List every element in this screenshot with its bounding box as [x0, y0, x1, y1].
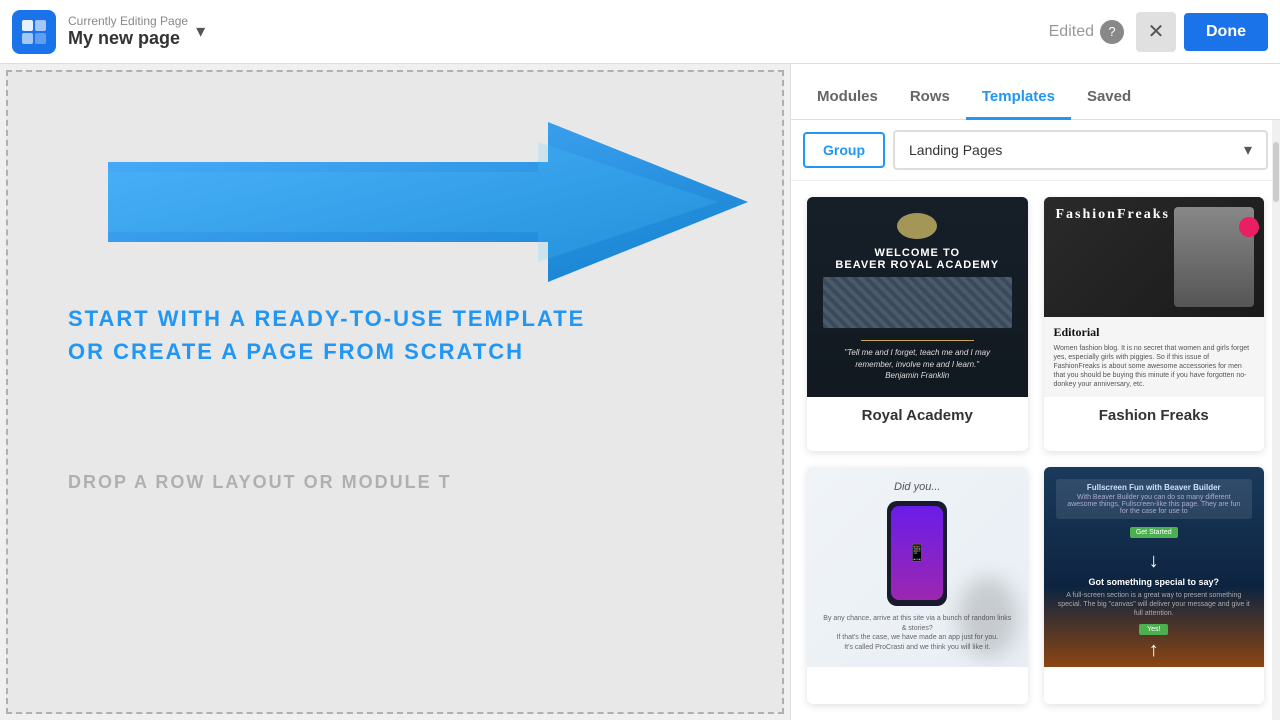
canvas-area: START WITH A READY-TO-USE TEMPLATE OR CR… — [6, 70, 784, 714]
tab-modules[interactable]: Modules — [801, 76, 894, 120]
page-info: Currently Editing Page My new page — [68, 14, 188, 49]
filter-dropdown[interactable]: Landing Pages ▾ — [893, 130, 1268, 170]
dropdown-chevron-icon: ▾ — [1244, 140, 1252, 160]
template-preview-royal: WELCOME TOBEAVER ROYAL ACADEMY "Tell me … — [807, 197, 1028, 397]
template-card-app[interactable]: Did you... 📱 By any chance, arrive at th… — [807, 467, 1028, 704]
template-label-fashion-freaks: Fashion Freaks — [1044, 397, 1265, 434]
template-preview-fullscreen: Fullscreen Fun with Beaver Builder With … — [1044, 467, 1265, 667]
main-area: START WITH A READY-TO-USE TEMPLATE OR CR… — [0, 64, 1280, 720]
header: Currently Editing Page My new page ▾ Edi… — [0, 0, 1280, 64]
template-card-fullscreen[interactable]: Fullscreen Fun with Beaver Builder With … — [1044, 467, 1265, 704]
template-card-fashion-freaks[interactable]: FashionFreaks Editorial Women fashion bl… — [1044, 197, 1265, 451]
tab-saved[interactable]: Saved — [1071, 76, 1147, 120]
app-logo — [12, 10, 56, 54]
filter-group-button[interactable]: Group — [803, 132, 885, 168]
template-preview-app: Did you... 📱 By any chance, arrive at th… — [807, 467, 1028, 667]
tab-rows[interactable]: Rows — [894, 76, 966, 120]
templates-grid: WELCOME TOBEAVER ROYAL ACADEMY "Tell me … — [791, 181, 1280, 720]
template-preview-fashion: FashionFreaks Editorial Women fashion bl… — [1044, 197, 1265, 397]
page-dropdown-button[interactable]: ▾ — [196, 21, 205, 42]
side-panel: Modules Rows Templates Saved Group Landi… — [790, 64, 1280, 720]
help-button[interactable]: ? — [1100, 20, 1124, 44]
arrow-graphic — [108, 102, 728, 302]
done-button[interactable]: Done — [1184, 13, 1268, 51]
filter-row: Group Landing Pages ▾ — [791, 120, 1280, 181]
template-label-app — [807, 667, 1028, 687]
panel-tabs: Modules Rows Templates Saved — [791, 64, 1280, 120]
scroll-thumb[interactable] — [1273, 142, 1279, 202]
scroll-track[interactable] — [1272, 120, 1280, 720]
template-card-royal-academy[interactable]: WELCOME TOBEAVER ROYAL ACADEMY "Tell me … — [807, 197, 1028, 451]
canvas-main-text: START WITH A READY-TO-USE TEMPLATE OR CR… — [68, 302, 585, 368]
canvas-drop-text: DROP A ROW LAYOUT OR MODULE T — [68, 472, 452, 493]
preview-royal-emblem — [897, 213, 937, 239]
tab-templates[interactable]: Templates — [966, 76, 1071, 120]
template-label-royal-academy: Royal Academy — [807, 397, 1028, 434]
currently-editing-label: Currently Editing Page — [68, 14, 188, 28]
page-name: My new page — [68, 28, 188, 49]
template-label-fullscreen — [1044, 667, 1265, 687]
edited-status: Edited — [1049, 23, 1094, 41]
close-button[interactable]: ✕ — [1136, 12, 1176, 52]
